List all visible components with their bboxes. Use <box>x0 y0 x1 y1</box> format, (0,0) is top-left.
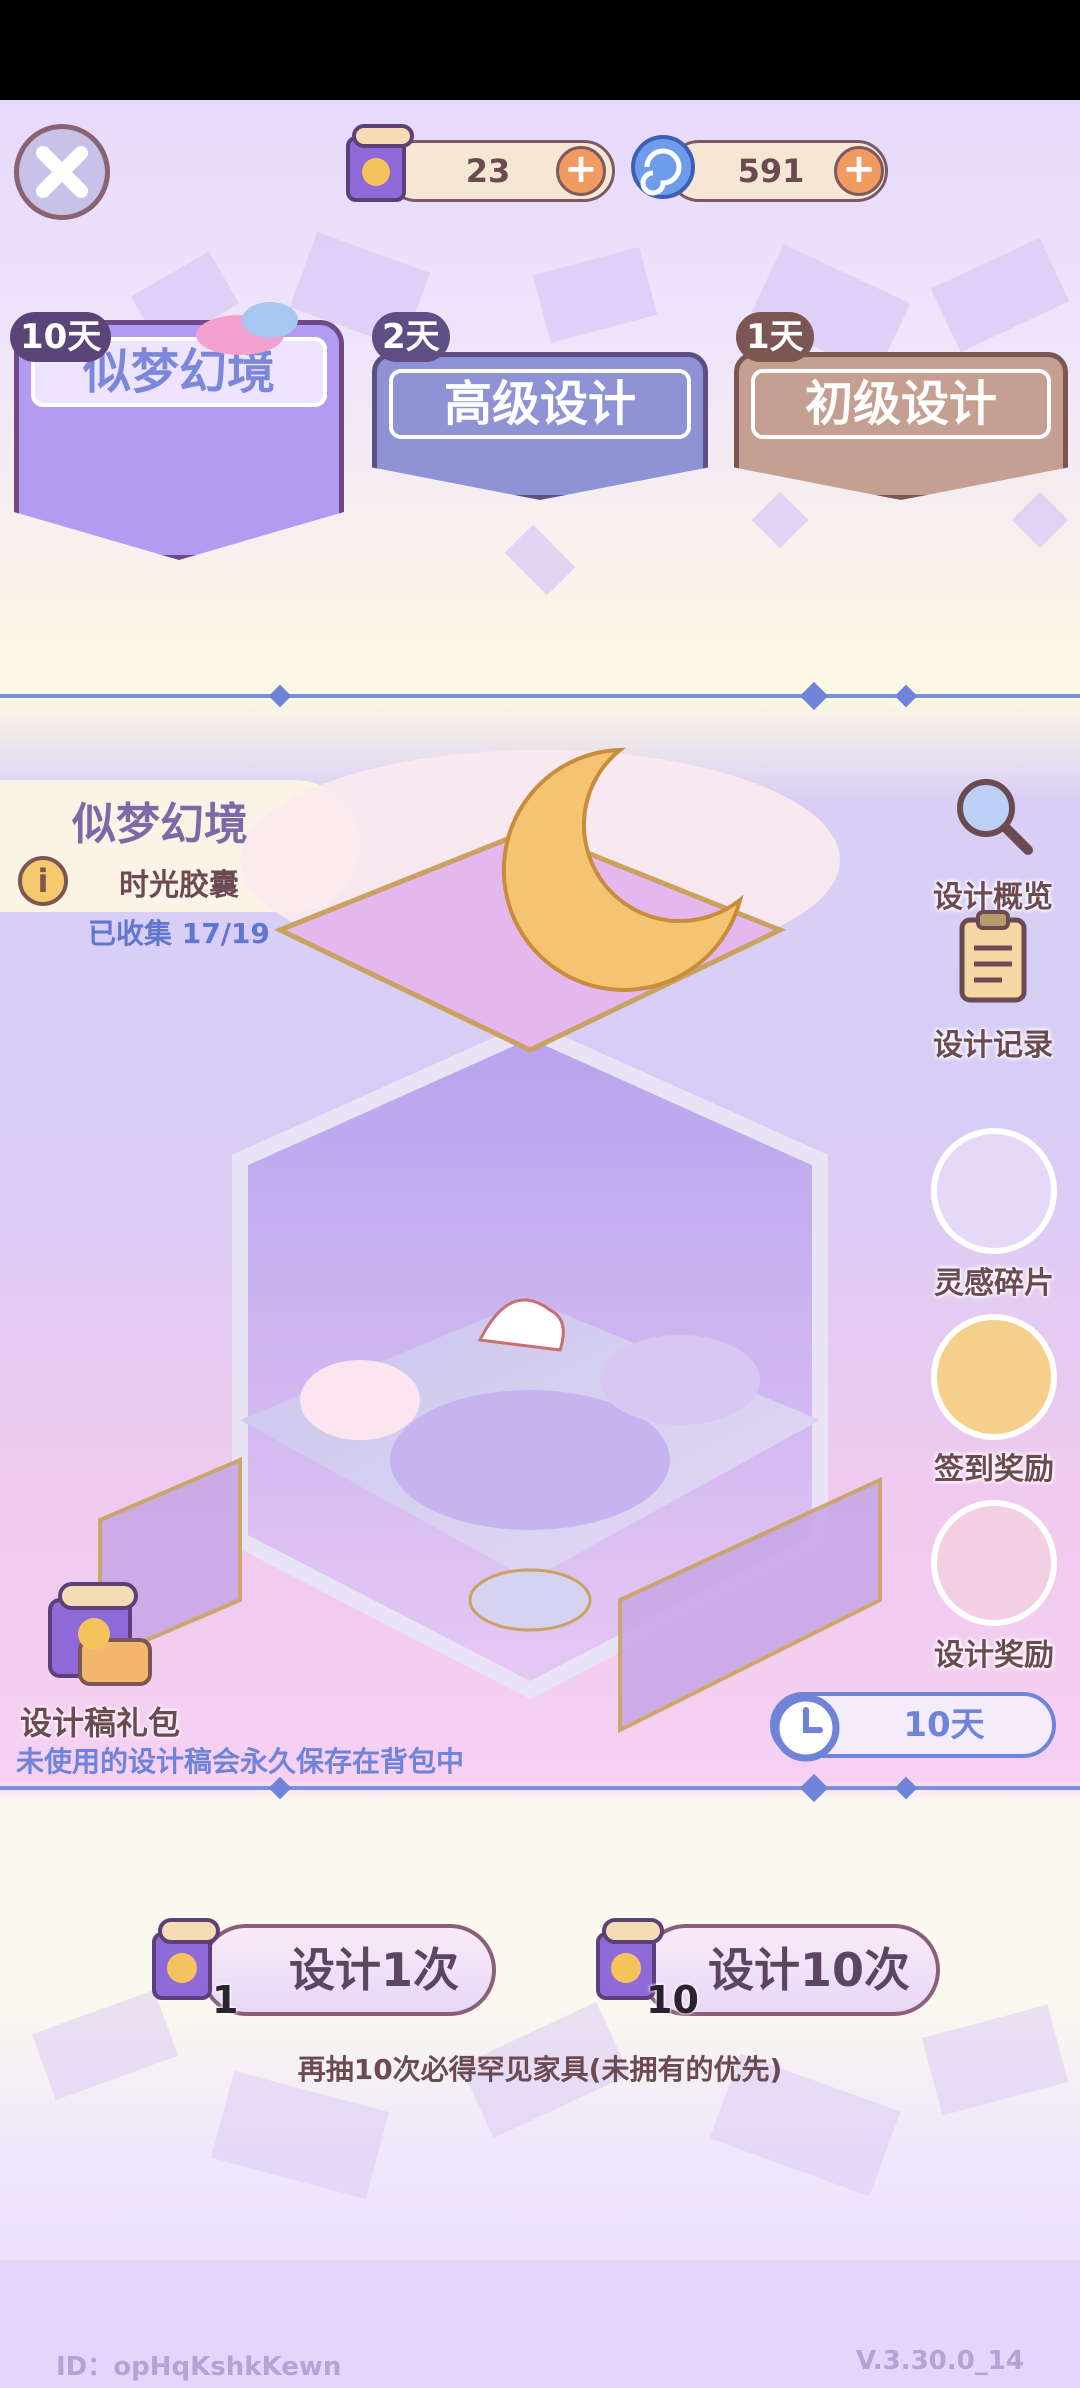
magnifier-icon <box>957 779 1033 855</box>
inspiration-fragment-label: 灵感碎片 <box>934 1266 1054 1301</box>
version-label: V.3.30.0_14 <box>856 2346 1024 2376</box>
player-id: ID：opHqKshkKewn <box>56 2352 342 2382</box>
design-once-label: 设计1次 <box>288 1943 459 1997</box>
moon-cloud-icon <box>931 1500 1057 1626</box>
clock-icon <box>772 1694 840 1762</box>
status-bar <box>0 0 1080 100</box>
bg-shape <box>751 491 809 549</box>
design-ten-label: 设计10次 <box>707 1943 910 1997</box>
design-once-cost: 1 <box>212 1978 239 2022</box>
design-overview-button[interactable]: 设计概览 <box>918 770 1068 916</box>
design-reward-label: 设计奖励 <box>934 1638 1054 1673</box>
clipboard-icon <box>959 910 1027 1003</box>
tab-basic-label: 初级设计 <box>751 369 1051 439</box>
bg-shape <box>930 237 1070 353</box>
bg-shape <box>532 246 658 344</box>
design-reward-button[interactable]: 设计奖励 <box>916 1500 1072 1674</box>
tab-advanced-label: 高级设计 <box>389 369 691 439</box>
swirl-gem-icon <box>631 135 695 199</box>
tab-advanced-badge: 2天 <box>372 312 450 362</box>
gift-note: 未使用的设计稿会永久保存在背包中 <box>16 1745 465 1778</box>
design-gift-pack-button[interactable]: 设计稿礼包 <box>20 1570 220 1744</box>
cloud-bird-icon <box>196 302 298 355</box>
tab-advanced[interactable]: 高级设计 <box>372 352 708 500</box>
checkin-reward-label: 签到奖励 <box>934 1452 1054 1487</box>
gift-pack-icon <box>48 1582 152 1686</box>
tab-basic-badge: 1天 <box>736 312 814 362</box>
checkin-reward-button[interactable]: 签到奖励 <box>916 1314 1072 1488</box>
divider-top <box>0 694 1080 698</box>
add-scroll-button[interactable]: + <box>556 146 606 196</box>
gift-pack-label: 设计稿礼包 <box>20 1704 181 1742</box>
design-once-button[interactable]: 设计1次 <box>200 1924 496 2016</box>
design-record-button[interactable]: 设计记录 <box>918 908 1068 1064</box>
scroll-icon <box>346 124 414 202</box>
inspiration-fragment-button[interactable]: 灵感碎片 <box>916 1128 1072 1302</box>
close-icon <box>36 146 88 198</box>
tab-basic[interactable]: 初级设计 <box>734 352 1068 500</box>
event-timer: 10天 <box>770 1692 1056 1762</box>
close-button[interactable] <box>14 124 110 220</box>
bg-shape <box>1011 491 1069 549</box>
tab-dream-badge: 10天 <box>10 312 112 362</box>
design-ten-cost: 10 <box>646 1978 699 2022</box>
bg-shape <box>211 2070 389 2200</box>
divider-bottom <box>0 1786 1080 1790</box>
divider-ornament <box>268 1776 292 1800</box>
game-screen: 23 + 591 + 似梦幻境 10天 高级设计 2天 初级设计 1天 似梦幻境 <box>0 100 1080 2388</box>
design-record-label: 设计记录 <box>933 1028 1053 1063</box>
map-fragment-icon <box>931 1128 1057 1254</box>
divider-ornament <box>894 1776 918 1800</box>
add-gem-button[interactable]: + <box>834 146 884 196</box>
draw-hint: 再抽10次必得罕见家具(未拥有的优先) <box>297 2053 783 2086</box>
calendar-icon <box>931 1314 1057 1440</box>
timer-value: 10天 <box>903 1705 985 1745</box>
bg-shape <box>504 524 576 596</box>
